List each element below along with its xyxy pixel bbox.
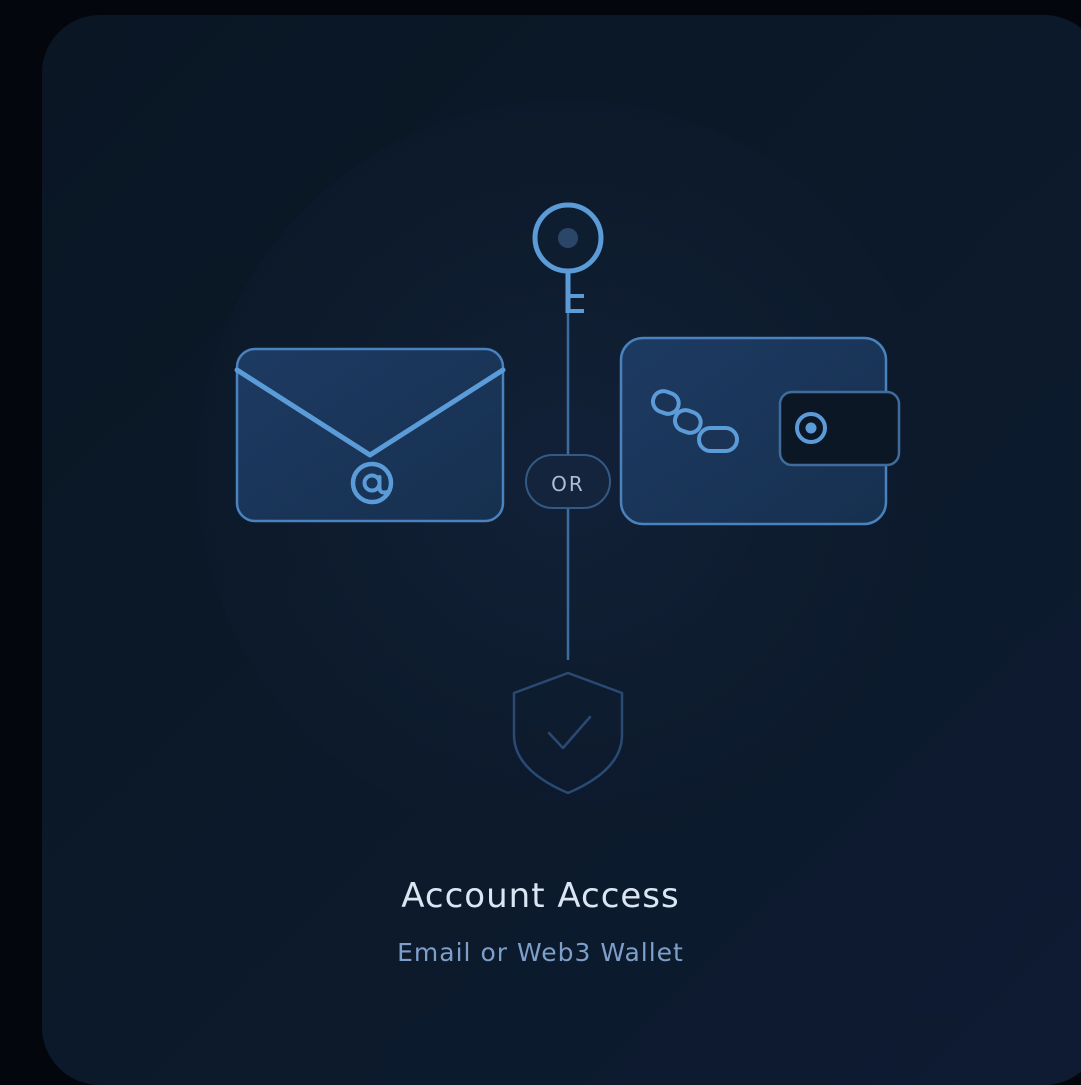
card-subtitle: Email or Web3 Wallet (397, 938, 684, 967)
email-icon (234, 347, 506, 523)
card-title: Account Access (401, 876, 680, 916)
wallet-icon (619, 336, 901, 526)
or-divider-label: OR (551, 472, 585, 496)
